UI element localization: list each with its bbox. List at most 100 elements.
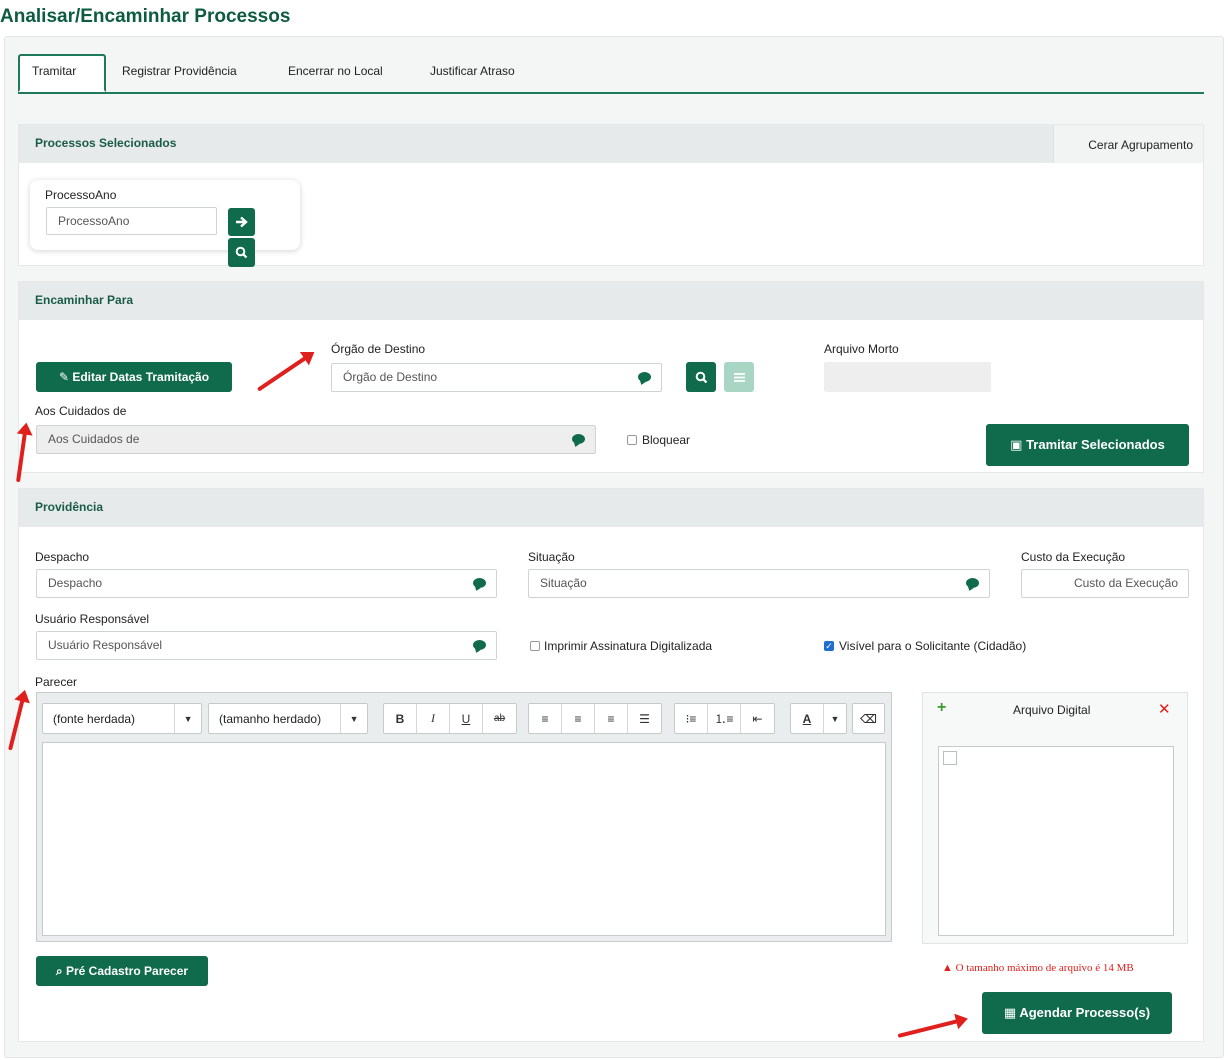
align-group: ≡ ≡ ≡ ☰ [528,703,662,734]
visivel-solicitante-label: Visível para o Solicitante (Cidadão) [839,639,1027,653]
align-center-icon: ≡ [574,711,582,726]
chevron-down-icon[interactable]: ▼ [824,704,846,733]
editar-datas-button[interactable]: ✎ Editar Datas Tramitação [36,362,232,392]
font-size-select[interactable]: (tamanho herdado) ▼ [208,703,368,734]
arquivo-morto-input[interactable] [824,362,991,392]
chevron-down-icon: ▼ [349,713,359,724]
situacao-label: Situação [528,550,575,564]
tab-registrar-providencia[interactable]: Registrar Providência [110,56,249,94]
numbered-list-button[interactable]: ⒈≡ [708,704,741,733]
tab-justificar-atraso[interactable]: Justificar Atraso [418,56,527,94]
bloquear-label: Bloquear [642,433,691,447]
align-left-button[interactable]: ≡ [529,704,562,733]
chat-icon [473,578,486,588]
align-right-icon: ≡ [607,711,615,726]
agendar-processos-label: Agendar Processo(s) [1019,1005,1151,1020]
usuario-responsavel-input[interactable]: Usuário Responsável [36,631,497,660]
agendar-processos-button[interactable]: ▦ Agendar Processo(s) [982,992,1172,1034]
page-title: Analisar/Encaminhar Processos [0,6,291,27]
processos-header-label: Processos Selecionados [35,136,177,150]
max-size-warning: ▲ O tamanho máximo de arquivo é 14 MB [942,962,1134,974]
aos-cuidados-placeholder: Aos Cuidados de [48,432,140,446]
custo-execucao-input[interactable]: Custo da Execução [1021,569,1189,598]
save-icon: ▣ [1010,437,1027,452]
chevron-down-icon: ▼ [183,713,193,724]
edit-icon: ✎ [58,370,73,384]
clear-format-button[interactable]: ⌫ [853,704,884,733]
bullet-list-button[interactable]: ⁝≡ [675,704,708,733]
arquivo-digital-preview[interactable] [938,746,1174,936]
align-right-button[interactable]: ≡ [595,704,628,733]
font-family-select[interactable]: (fonte herdada) ▼ [42,703,202,734]
underline-button[interactable]: U [450,704,483,733]
orgao-destino-input[interactable]: Órgão de Destino [331,363,662,392]
usuario-responsavel-placeholder: Usuário Responsável [48,638,163,652]
align-center-button[interactable]: ≡ [562,704,595,733]
situacao-input[interactable]: Situação [528,569,990,598]
imprimir-assinatura-checkbox[interactable] [530,641,540,651]
bullet-list-icon: ⁝≡ [685,711,697,726]
processo-ano-input[interactable]: ProcessoAno [46,207,217,235]
situacao-placeholder: Situação [540,576,587,590]
custo-execucao-label: Custo da Execução [1021,550,1126,564]
bloquear-checkbox[interactable] [627,435,637,445]
eraser-icon: ⌫ [860,711,877,726]
orgao-list-button[interactable] [724,362,754,392]
tramitar-selecionados-label: Tramitar Selecionados [1026,437,1165,452]
orgao-destino-label: Órgão de Destino [331,342,426,356]
font-color-button[interactable]: A [791,704,824,733]
warning-icon: ▲ [942,962,953,974]
chat-icon [572,434,585,444]
search-icon [235,246,248,259]
processo-add-button[interactable] [228,208,255,236]
providencia-header-label: Providência [35,500,104,514]
processo-search-button[interactable] [228,238,255,267]
clear-format-group: ⌫ [852,703,885,734]
editar-datas-label: Editar Datas Tramitação [72,370,210,384]
imprimir-assinatura-label: Imprimir Assinatura Digitalizada [544,639,713,653]
max-size-warning-text: O tamanho máximo de arquivo é 14 MB [955,962,1134,974]
close-icon[interactable]: ✕ [1158,700,1171,718]
search-icon: ⌕ [55,964,66,978]
chat-icon [473,640,486,650]
align-left-icon: ≡ [541,711,549,726]
list-group: ⁝≡ ⒈≡ ⇤ [674,703,775,734]
pre-cadastro-parecer-button[interactable]: ⌕ Pré Cadastro Parecer [36,956,208,986]
providencia-panel-header: Providência [19,489,1203,527]
broken-image-icon [943,751,957,765]
chat-icon [966,578,979,588]
tab-tramitar[interactable]: Tramitar [18,54,106,92]
orgao-destino-placeholder: Órgão de Destino [343,370,438,384]
processos-panel-header: Processos Selecionados [19,125,1203,163]
visivel-solicitante-checkbox[interactable]: ✓ [824,641,834,651]
tab-encerrar-no-local[interactable]: Encerrar no Local [276,56,395,94]
despacho-placeholder: Despacho [48,576,103,590]
orgao-search-button[interactable] [686,362,716,392]
parecer-label: Parecer [35,675,78,689]
despacho-input[interactable]: Despacho [36,569,497,598]
list-icon [733,372,745,382]
aos-cuidados-label: Aos Cuidados de [35,404,127,418]
numbered-list-icon: ⒈≡ [714,712,734,726]
arquivo-digital-title: Arquivo Digital [1013,703,1091,717]
bold-button[interactable]: B [384,704,417,733]
align-justify-button[interactable]: ☰ [628,704,661,733]
outdent-button[interactable]: ⇤ [741,704,774,733]
plus-icon[interactable]: + [937,699,946,717]
arquivo-morto-label: Arquivo Morto [824,342,899,356]
encaminhar-header-label: Encaminhar Para [35,293,134,307]
encaminhar-panel-header: Encaminhar Para [19,282,1203,320]
font-size-value: (tamanho herdado) [209,704,342,733]
usuario-responsavel-label: Usuário Responsável [35,612,150,626]
chat-icon [638,372,651,382]
font-family-value: (fonte herdada) [43,704,176,733]
outdent-icon: ⇤ [752,711,763,726]
italic-button[interactable]: I [417,704,450,733]
strikethrough-button[interactable]: ab [483,704,516,733]
aos-cuidados-input[interactable]: Aos Cuidados de [36,425,596,454]
parecer-textarea[interactable] [42,742,886,936]
cerar-agrupamento-button[interactable]: Cerar Agrupamento [1053,125,1203,163]
tramitar-selecionados-button[interactable]: ▣ Tramitar Selecionados [986,424,1189,466]
color-group: A ▼ [790,703,847,734]
align-justify-icon: ☰ [639,711,650,726]
